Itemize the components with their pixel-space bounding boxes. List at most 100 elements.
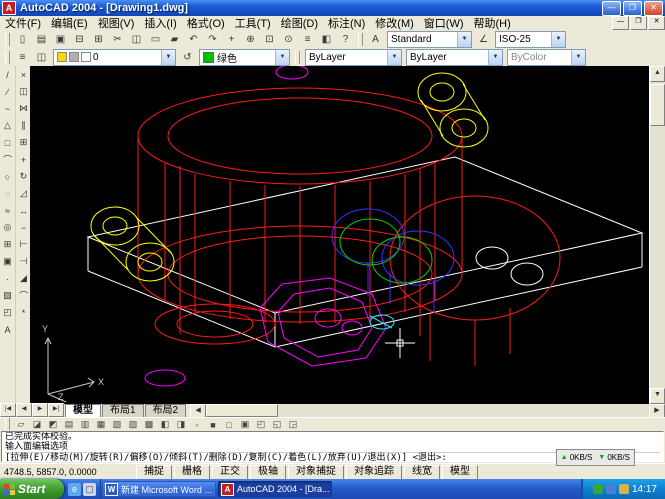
tab-layout2[interactable]: 布局2 — [145, 404, 187, 417]
scroll-down-icon[interactable]: ▼ — [650, 388, 665, 404]
new-icon[interactable]: ▯ — [13, 30, 32, 48]
vertical-scroll-track[interactable] — [650, 126, 665, 388]
antivirus-tray-icon[interactable] — [593, 484, 603, 494]
zoom-previous-icon[interactable]: ⊙ — [279, 30, 298, 48]
linetype-combo[interactable]: ByLayer ▼ — [305, 49, 402, 66]
menu-item[interactable]: 视图(V) — [93, 15, 140, 31]
menu-item[interactable]: 窗口(W) — [419, 15, 469, 31]
imprint-icon[interactable]: □ — [221, 419, 237, 431]
make-block-icon[interactable]: ▣ — [0, 253, 16, 270]
designcenter-icon[interactable]: ◧ — [317, 30, 336, 48]
plotstyle-combo[interactable]: ByColor ▼ — [507, 49, 586, 66]
status-toggle-button[interactable]: 对象追踪 — [346, 465, 402, 480]
menu-item[interactable]: 格式(O) — [182, 15, 230, 31]
plot-icon[interactable]: ⊟ — [70, 30, 89, 48]
separate-icon[interactable]: ◰ — [253, 419, 269, 431]
toolbar-grip[interactable] — [5, 33, 10, 46]
chevron-down-icon[interactable]: ▼ — [387, 50, 401, 65]
help-icon[interactable]: ? — [336, 30, 355, 48]
insert-block-icon[interactable]: ⊞ — [0, 236, 16, 253]
copy-edges-icon[interactable]: ◦ — [189, 419, 205, 431]
layer-previous-icon[interactable]: ↺ — [178, 48, 197, 66]
rectangle-icon[interactable]: □ — [0, 134, 16, 151]
tab-nav-button[interactable]: ◀ — [16, 403, 32, 417]
undo-icon[interactable]: ↶ — [184, 30, 203, 48]
layer-combo[interactable]: 0 ▼ — [53, 49, 176, 66]
intersect-icon[interactable]: ◩ — [45, 419, 61, 431]
menu-item[interactable]: 绘图(D) — [276, 15, 323, 31]
copy-clip-icon[interactable]: ◫ — [127, 30, 146, 48]
revcloud-icon[interactable]: ◌ — [0, 185, 16, 202]
taskbar-item-word[interactable]: W 新建 Microsoft Word ... — [102, 481, 216, 497]
mdi-close-button[interactable]: ✕ — [648, 16, 665, 30]
wireframe-model[interactable]: Y X Z — [30, 66, 650, 404]
polygon-icon[interactable]: △ — [0, 117, 16, 134]
menu-item[interactable]: 修改(M) — [370, 15, 419, 31]
clock[interactable]: 14:17 — [632, 484, 657, 495]
region-icon[interactable]: ◰ — [0, 304, 16, 321]
vertical-scrollbar[interactable]: ▲ ▼ — [649, 66, 665, 404]
tab-layout1[interactable]: 布局1 — [102, 404, 144, 417]
tab-nav-button[interactable]: |◀ — [0, 403, 16, 417]
menu-item[interactable]: 插入(I) — [139, 15, 181, 31]
spline-icon[interactable]: ≈ — [0, 202, 16, 219]
delete-faces-icon[interactable]: ▧ — [109, 419, 125, 431]
toolbar-grip[interactable] — [358, 33, 363, 46]
color-faces-icon[interactable]: ◨ — [173, 419, 189, 431]
chevron-down-icon[interactable]: ▼ — [161, 50, 175, 65]
chevron-down-icon[interactable]: ▼ — [457, 32, 471, 47]
status-toggle-button[interactable]: 栅格 — [174, 465, 210, 480]
match-properties-icon[interactable]: ▰ — [165, 30, 184, 48]
shell-icon[interactable]: ◱ — [269, 419, 285, 431]
taper-faces-icon[interactable]: ▩ — [141, 419, 157, 431]
minimize-button[interactable]: — — [602, 1, 621, 16]
close-button[interactable]: ✕ — [644, 1, 663, 16]
open-icon[interactable]: ▤ — [32, 30, 51, 48]
save-icon[interactable]: ▣ — [51, 30, 70, 48]
check-icon[interactable]: ◲ — [285, 419, 301, 431]
layer-states-icon[interactable]: ◫ — [32, 48, 51, 66]
cut-icon[interactable]: ✂ — [108, 30, 127, 48]
mtext-icon[interactable]: A — [0, 321, 16, 338]
show-desktop-icon[interactable]: ▢ — [83, 483, 96, 496]
mdi-minimize-button[interactable]: — — [612, 16, 629, 30]
status-toggle-button[interactable]: 线宽 — [404, 465, 440, 480]
pan-icon[interactable]: + — [222, 30, 241, 48]
network-speed-widget[interactable]: ▲ 0KB/S ▼ 0KB/S — [556, 449, 635, 466]
point-icon[interactable]: · — [0, 270, 16, 287]
tab-nav-button[interactable]: ▶| — [48, 403, 64, 417]
ellipse-icon[interactable]: ◎ — [0, 219, 16, 236]
volume-tray-icon[interactable] — [619, 484, 629, 494]
subtract-icon[interactable]: ◪ — [29, 419, 45, 431]
taskbar-item-autocad[interactable]: A AutoCAD 2004 - [Dra... — [218, 481, 332, 497]
zoom-realtime-icon[interactable]: ⊕ — [241, 30, 260, 48]
chevron-down-icon[interactable]: ▼ — [488, 50, 502, 65]
internet-explorer-icon[interactable]: e — [68, 483, 81, 496]
move-faces-icon[interactable]: ▥ — [77, 419, 93, 431]
toolbar-grip[interactable] — [5, 51, 10, 64]
scroll-up-icon[interactable]: ▲ — [650, 66, 665, 82]
tab-model[interactable]: 模型 — [65, 404, 101, 417]
extrude-faces-icon[interactable]: ▤ — [61, 419, 77, 431]
coordinate-readout[interactable]: 4748.5, 5857.0, 0.0000 — [4, 467, 136, 477]
vertical-scroll-thumb[interactable] — [650, 84, 665, 126]
zoom-window-icon[interactable]: ⊡ — [260, 30, 279, 48]
toolbar-grip[interactable] — [295, 51, 300, 64]
rotate-faces-icon[interactable]: ▨ — [125, 419, 141, 431]
app-icon[interactable]: A — [2, 1, 16, 15]
construction-line-icon[interactable]: ∕ — [0, 83, 16, 100]
restore-button[interactable]: ❐ — [623, 1, 642, 16]
status-toggle-button[interactable]: 对象捕捉 — [288, 465, 344, 480]
dim-style-combo[interactable]: ISO-25 ▼ — [495, 31, 566, 48]
redo-icon[interactable]: ↷ — [203, 30, 222, 48]
chevron-down-icon[interactable]: ▼ — [275, 50, 289, 65]
cylinder-wireframe-red[interactable] — [138, 88, 560, 366]
color-combo[interactable]: 绿色 ▼ — [199, 49, 290, 66]
color-edges-icon[interactable]: ■ — [205, 419, 221, 431]
paste-icon[interactable]: ▭ — [146, 30, 165, 48]
polyline-icon[interactable]: ~ — [0, 100, 16, 117]
clean-icon[interactable]: ▣ — [237, 419, 253, 431]
line-icon[interactable]: / — [0, 66, 16, 83]
tab-nav-button[interactable]: ▶ — [32, 403, 48, 417]
chevron-down-icon[interactable]: ▼ — [571, 50, 585, 65]
